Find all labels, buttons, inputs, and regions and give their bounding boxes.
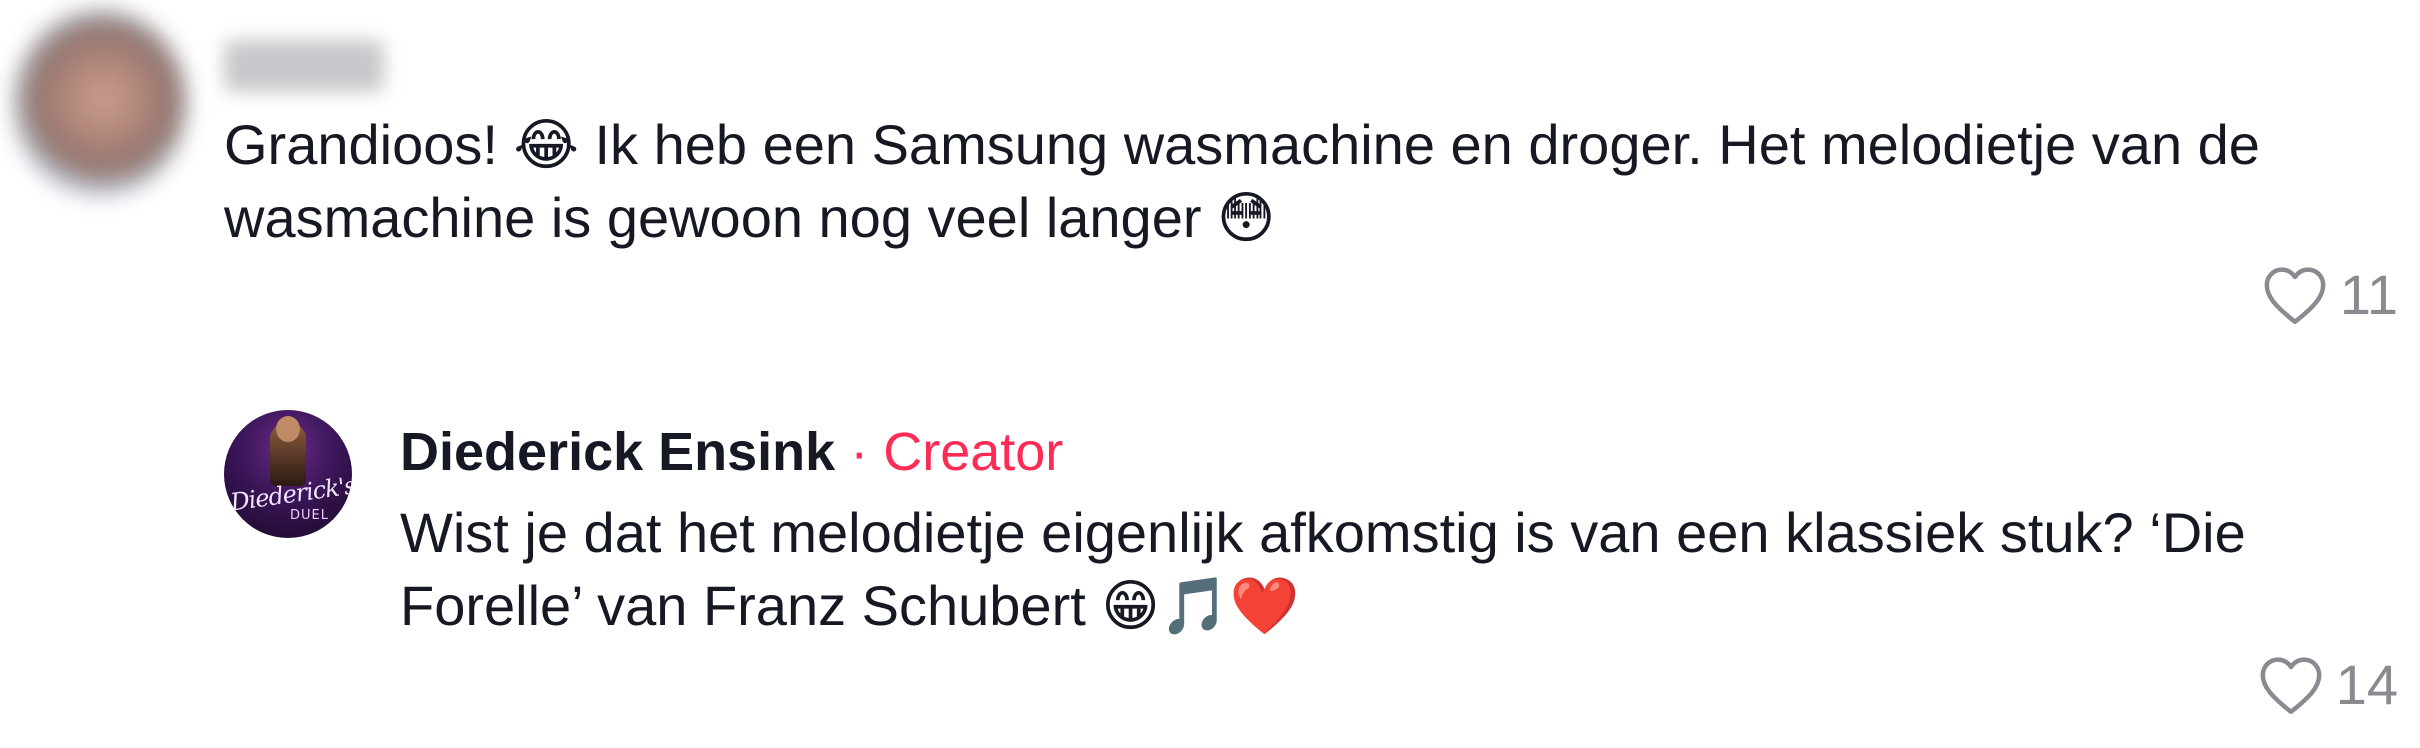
like-button[interactable]: 11: [2260, 262, 2398, 327]
reply-author[interactable]: Diederick Ensink: [400, 422, 835, 482]
comment-username[interactable]: [224, 40, 384, 92]
creator-badge: Creator: [883, 422, 1064, 482]
creator-avatar[interactable]: Diederick's DUEL: [224, 410, 352, 538]
avatar-logo-sub: DUEL: [290, 508, 329, 523]
reply-header: Diederick Ensink · Creator: [400, 418, 1063, 486]
heart-outline-icon: [2260, 264, 2330, 326]
like-button[interactable]: 14: [2256, 652, 2398, 717]
separator-dot: ·: [850, 422, 869, 482]
reply-text: Wist je dat het melodietje eigenlijk afk…: [400, 501, 2246, 637]
avatar-head: [276, 416, 300, 442]
like-count: 14: [2335, 653, 2398, 716]
like-count: 11: [2339, 263, 2398, 326]
heart-outline-icon: [2256, 654, 2326, 716]
comment-text: Grandioos! 😂 Ik heb een Samsung wasmachi…: [224, 113, 2260, 249]
avatar[interactable]: [12, 8, 188, 198]
comment-thread: Grandioos! 😂 Ik heb een Samsung wasmachi…: [0, 0, 2420, 748]
